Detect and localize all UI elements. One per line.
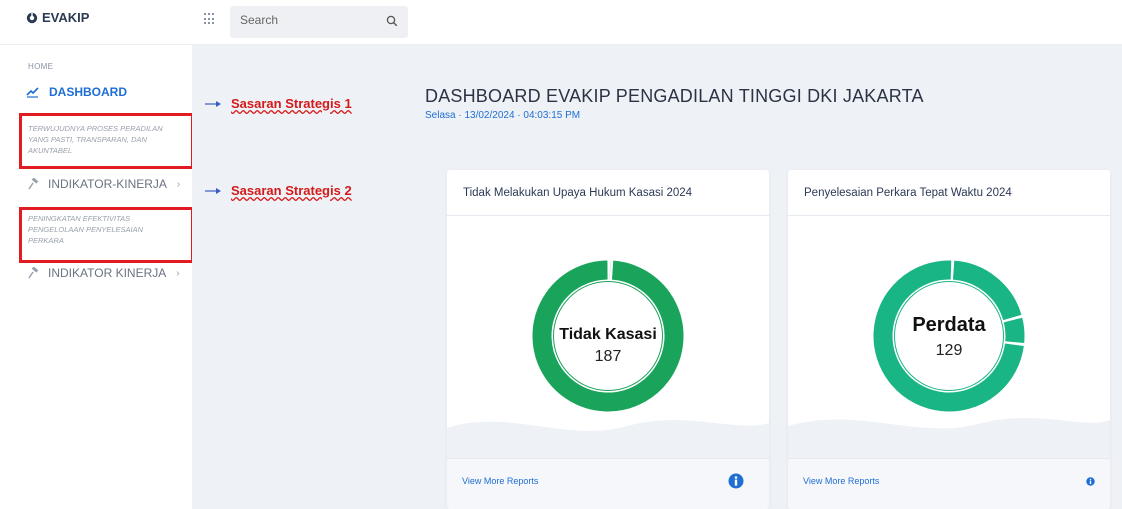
donut-center-value: 187 — [594, 348, 622, 365]
page-date: Selasa · 13/02/2024 · 04:03:15 PM — [425, 110, 581, 121]
search-icon[interactable] — [386, 15, 398, 27]
card-title: Penyelesaian Perkara Tepat Waktu 2024 — [804, 187, 1012, 199]
page-title: DASHBOARD EVAKIP PENGADILAN TINGGI DKI J… — [425, 86, 924, 106]
donut-center-value: 129 — [935, 342, 963, 359]
info-icon[interactable] — [728, 473, 744, 489]
annotation-label: Sasaran Strategis 1 — [231, 96, 352, 111]
view-more-reports-link[interactable]: View More Reports — [803, 476, 879, 486]
brand[interactable]: EVAKIP — [26, 10, 89, 25]
card-footer: View More Reports — [447, 458, 769, 509]
sidebar-section-2: PENINGKATAN EFEKTIVITAS PENGELOLAAN PENY… — [28, 214, 144, 245]
arrow-right-icon — [205, 100, 221, 107]
card-header: Tidak Melakukan Upaya Hukum Kasasi 2024 — [447, 170, 769, 216]
card-body: Tidak Kasasi 187 — [447, 216, 769, 458]
sidebar-item-label: INDIKATOR-KINERJA — [48, 177, 167, 191]
brand-name: EVAKIP — [42, 10, 90, 25]
annotation-label: Sasaran Strategis 2 — [231, 183, 352, 198]
donut-chart — [873, 260, 1025, 412]
card-footer: View More Reports — [788, 458, 1110, 509]
apps-grid-icon[interactable] — [204, 13, 216, 25]
sidebar-item-label: INDIKATOR KINERJA — [48, 266, 167, 280]
sidebar: HOME DASHBOARD TERWUJUDNYA PROSES PERADI… — [0, 45, 194, 509]
sidebar-section-1: TERWUJUDNYA PROSES PERADILAN YANG PASTI,… — [28, 124, 163, 155]
card-title: Tidak Melakukan Upaya Hukum Kasasi 2024 — [463, 187, 693, 199]
chevron-right-icon: › — [176, 178, 181, 190]
card-header: Penyelesaian Perkara Tepat Waktu 2024 — [788, 170, 1110, 216]
arrow-right-icon — [205, 187, 221, 194]
gauge-icon — [26, 12, 38, 23]
donut-center-label: Tidak Kasasi — [559, 326, 657, 343]
annotation-2: Sasaran Strategis 2 — [205, 183, 352, 198]
sidebar-item-dashboard[interactable]: DASHBOARD — [26, 85, 127, 99]
chevron-right-icon: › — [176, 267, 180, 279]
donut-center-label: Perdata — [912, 314, 986, 336]
view-more-reports-link[interactable]: View More Reports — [462, 476, 538, 486]
search-input[interactable] — [240, 13, 380, 27]
search-box[interactable] — [230, 6, 408, 38]
sidebar-item-indikator-kinerja-2[interactable]: INDIKATOR KINERJA › — [28, 266, 180, 280]
sidebar-item-indikator-kinerja-1[interactable]: INDIKATOR-KINERJA › — [28, 177, 180, 191]
report-card-kasasi: Tidak Melakukan Upaya Hukum Kasasi 2024 … — [447, 170, 769, 509]
report-card-perdata: Penyelesaian Perkara Tepat Waktu 2024 Pe… — [788, 170, 1110, 509]
gavel-icon — [28, 267, 39, 279]
sidebar-item-label: DASHBOARD — [49, 85, 127, 99]
gavel-icon — [28, 178, 39, 190]
trend-chart-icon — [26, 86, 39, 98]
home-label: HOME — [28, 62, 54, 71]
annotation-1: Sasaran Strategis 1 — [205, 96, 352, 111]
info-icon[interactable] — [1086, 477, 1095, 486]
top-bar: EVAKIP — [0, 0, 1122, 45]
card-body: Perdata 129 — [788, 216, 1110, 458]
